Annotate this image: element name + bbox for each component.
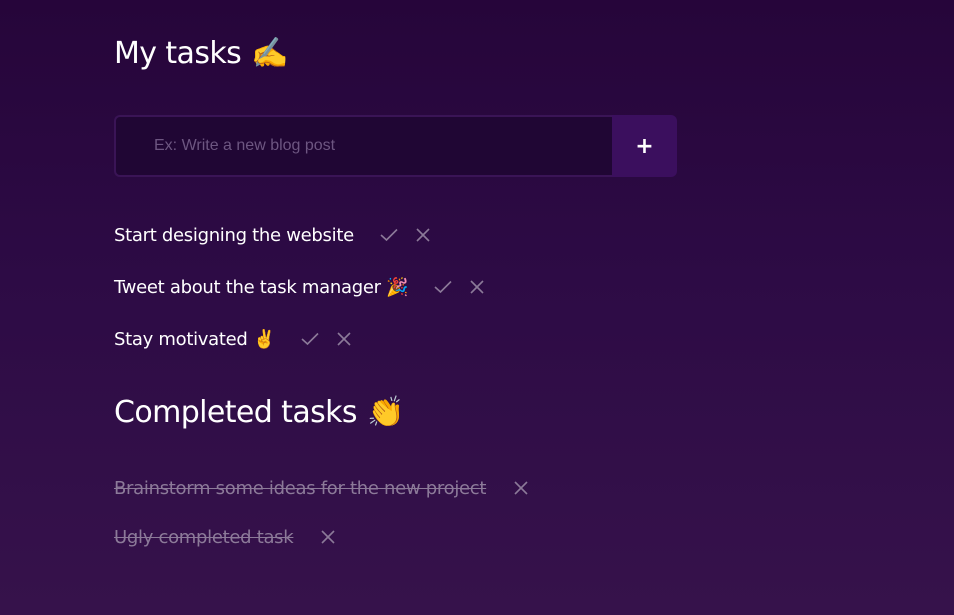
completed-task-item: Brainstorm some ideas for the new projec… [114, 473, 544, 503]
close-icon [470, 280, 484, 294]
completed-task-text: Ugly completed task [114, 526, 294, 548]
remove-task-button[interactable] [412, 224, 434, 246]
task-text: Tweet about the task manager 🎉 [114, 276, 409, 298]
completed-title: Completed tasks 👏 [114, 395, 404, 430]
remove-task-button[interactable] [333, 328, 355, 350]
add-task-form: + [114, 115, 677, 177]
close-icon [514, 481, 528, 495]
check-icon [380, 228, 398, 242]
task-actions [432, 276, 500, 298]
completed-task-item: Ugly completed task [114, 522, 544, 552]
check-icon [301, 332, 319, 346]
close-icon [416, 228, 430, 242]
new-task-input[interactable] [114, 115, 612, 177]
clapping-hands-emoji-icon: 👏 [366, 395, 404, 430]
complete-task-button[interactable] [299, 328, 321, 350]
check-icon [434, 280, 452, 294]
task-item: Start designing the website [114, 220, 500, 250]
remove-task-button[interactable] [317, 526, 339, 548]
add-task-button[interactable]: + [612, 115, 677, 177]
task-actions [317, 526, 351, 548]
remove-task-button[interactable] [510, 477, 532, 499]
complete-task-button[interactable] [378, 224, 400, 246]
remove-task-button[interactable] [466, 276, 488, 298]
task-text: Stay motivated ✌️ [114, 328, 276, 350]
completed-title-text: Completed tasks [114, 395, 358, 430]
task-actions [378, 224, 446, 246]
complete-task-button[interactable] [432, 276, 454, 298]
completed-task-list: Brainstorm some ideas for the new projec… [114, 473, 544, 571]
task-actions [510, 477, 544, 499]
task-item: Tweet about the task manager 🎉 [114, 272, 500, 302]
page-title: My tasks ✍️ [114, 36, 289, 71]
todo-task-list: Start designing the website Tweet about … [114, 220, 500, 376]
close-icon [321, 530, 335, 544]
task-text: Start designing the website [114, 224, 354, 246]
task-item: Stay motivated ✌️ [114, 324, 500, 354]
close-icon [337, 332, 351, 346]
page-title-text: My tasks [114, 36, 242, 71]
writing-hand-emoji-icon: ✍️ [251, 36, 288, 71]
task-actions [299, 328, 367, 350]
completed-task-text: Brainstorm some ideas for the new projec… [114, 477, 487, 499]
